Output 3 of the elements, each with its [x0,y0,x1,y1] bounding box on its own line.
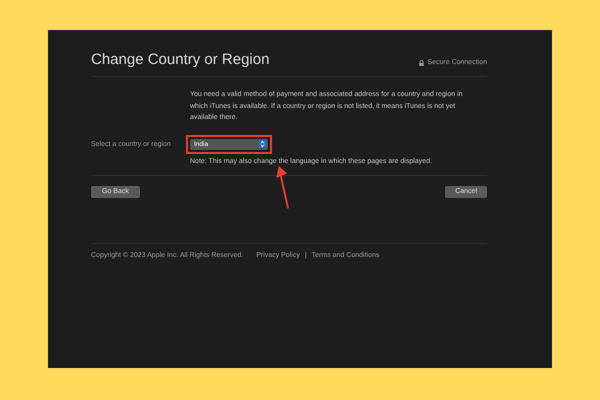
lock-icon [419,60,424,66]
stepper-icon [259,140,266,148]
page-title: Change Country or Region [91,51,270,68]
